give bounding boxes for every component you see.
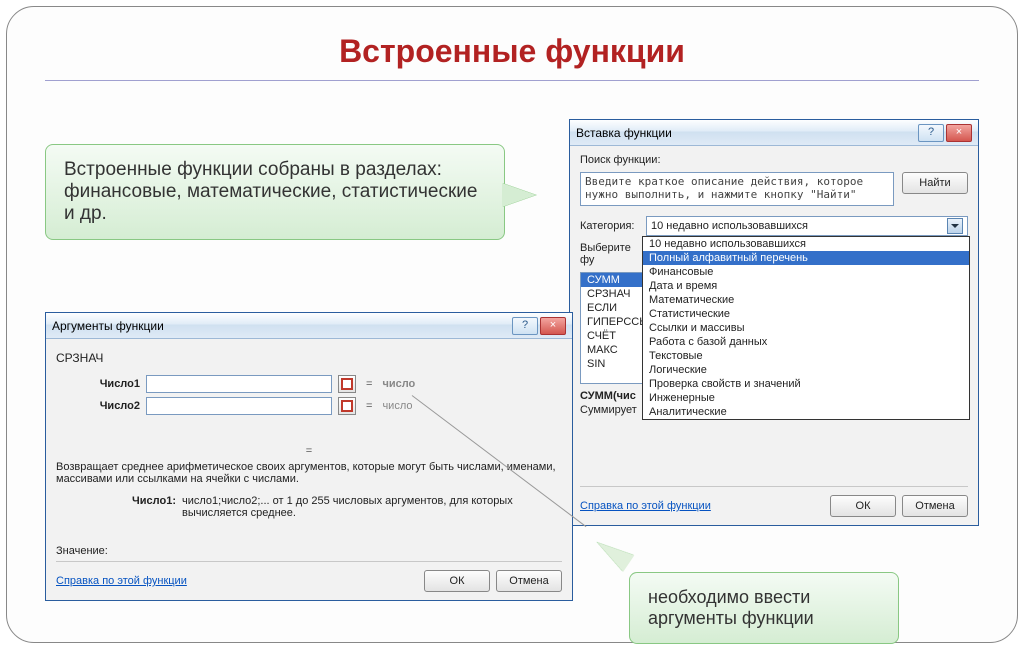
callout-sections: Встроенные функции собраны в разделах: ф… [45, 144, 505, 240]
close-icon[interactable]: × [540, 317, 566, 335]
search-label: Поиск функции: [580, 154, 968, 166]
function-name: СРЗНАЧ [56, 351, 562, 365]
callout-text: Встроенные функции собраны в разделах: ф… [64, 159, 478, 224]
value-label: Значение: [56, 545, 562, 557]
help-link[interactable]: Справка по этой функции [580, 500, 711, 512]
category-option[interactable]: 10 недавно использовавшихся [643, 237, 969, 251]
find-button[interactable]: Найти [902, 172, 968, 194]
category-option[interactable]: Проверка свойств и значений [643, 377, 969, 391]
dialog-title: Аргументы функции [52, 319, 510, 333]
category-dropdown[interactable]: 10 недавно использовавшихсяПолный алфави… [642, 236, 970, 420]
category-option[interactable]: Математические [643, 293, 969, 307]
help-icon[interactable]: ? [512, 317, 538, 335]
category-option[interactable]: Аналитические [643, 405, 969, 419]
ok-button[interactable]: ОК [424, 570, 490, 592]
category-option[interactable]: Работа с базой данных [643, 335, 969, 349]
argument-row: Число2 = число [56, 397, 562, 415]
callout-tail [592, 534, 635, 572]
search-input[interactable]: Введите краткое описание действия, котор… [580, 172, 894, 206]
arg-label: Число2 [56, 400, 140, 412]
callout-text: необходимо ввести аргументы функции [648, 587, 814, 628]
arg-info-key: Число1: [56, 495, 176, 519]
arg-hint: число [382, 400, 412, 412]
slide-title: Встроенные функции [7, 7, 1017, 70]
dialog-title: Вставка функции [576, 126, 916, 140]
dialog-titlebar[interactable]: Вставка функции ? × [570, 120, 978, 146]
category-value: 10 недавно использовавшихся [651, 220, 808, 232]
cancel-button[interactable]: Отмена [496, 570, 562, 592]
select-function-label: Выберите фу [580, 242, 642, 266]
category-option[interactable]: Финансовые [643, 265, 969, 279]
equals-sign: = [366, 400, 372, 412]
range-picker-icon[interactable] [338, 375, 356, 393]
function-description-text: Возвращает среднее арифметическое своих … [56, 461, 562, 485]
arg-info-val: число1;число2;... от 1 до 255 числовых а… [182, 495, 562, 519]
category-select[interactable]: 10 недавно использовавшихся [646, 216, 968, 236]
chevron-down-icon[interactable] [947, 218, 963, 234]
dialog-titlebar[interactable]: Аргументы функции ? × [46, 313, 572, 339]
arg-input[interactable] [146, 375, 332, 393]
category-option[interactable]: Ссылки и массивы [643, 321, 969, 335]
arg-label: Число1 [56, 378, 140, 390]
title-underline [45, 80, 979, 81]
category-option[interactable]: Статистические [643, 307, 969, 321]
arg-input[interactable] [146, 397, 332, 415]
cancel-button[interactable]: Отмена [902, 495, 968, 517]
range-picker-icon[interactable] [338, 397, 356, 415]
argument-row: Число1 = число [56, 375, 562, 393]
help-icon[interactable]: ? [918, 124, 944, 142]
category-option[interactable]: Дата и время [643, 279, 969, 293]
category-option[interactable]: Полный алфавитный перечень [643, 251, 969, 265]
ok-button[interactable]: ОК [830, 495, 896, 517]
close-icon[interactable]: × [946, 124, 972, 142]
category-option[interactable]: Логические [643, 363, 969, 377]
help-link[interactable]: Справка по этой функции [56, 575, 187, 587]
category-option[interactable]: Текстовые [643, 349, 969, 363]
category-option[interactable]: Инженерные [643, 391, 969, 405]
arg-hint: число [382, 378, 415, 390]
equals-sign: = [366, 378, 372, 390]
callout-arguments: необходимо ввести аргументы функции [629, 572, 899, 644]
insert-function-dialog: Вставка функции ? × Поиск функции: Введи… [569, 119, 979, 526]
category-label: Категория: [580, 220, 642, 232]
callout-tail [502, 183, 536, 207]
